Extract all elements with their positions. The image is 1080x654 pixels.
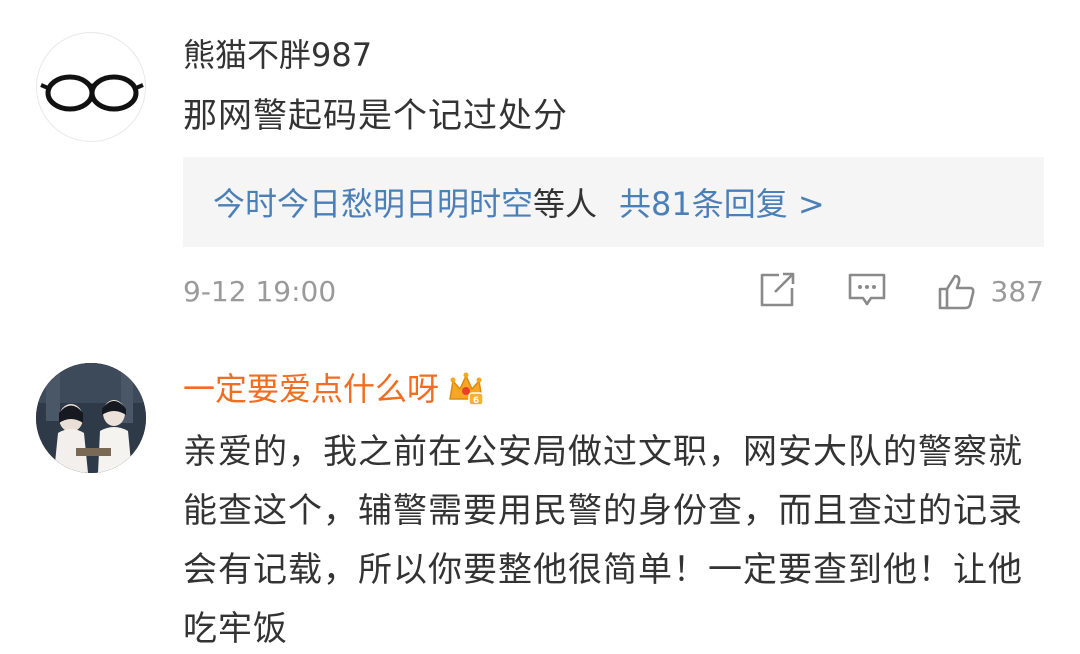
replies-summary[interactable]: 今时今日愁明日明时空 等人 共81条回复 > <box>183 157 1044 247</box>
like-icon <box>938 274 975 310</box>
avatar[interactable] <box>36 32 146 142</box>
comment-text: 亲爱的，我之前在公安局做过文职，网安大队的警察就能查这个，辅警需要用民警的身份查… <box>183 432 1023 649</box>
username[interactable]: 熊猫不胖987 <box>183 35 372 75</box>
timestamp: 9-12 19:00 <box>183 275 337 308</box>
reply-users[interactable]: 今时今日愁明日明时空 <box>213 179 533 225</box>
share-button[interactable] <box>757 270 797 314</box>
comment-text: 那网警起码是个记过处分 <box>183 96 568 136</box>
username-text: 一定要爱点什么呀 <box>183 370 440 408</box>
username[interactable]: 一定要爱点什么呀 6 <box>183 369 485 409</box>
reply-count-link[interactable]: 共81条回复 > <box>619 179 825 225</box>
action-bar: 387 <box>757 270 1044 314</box>
like-button[interactable]: 387 <box>937 272 1044 312</box>
comment-item: 一定要爱点什么呀 6 亲爱的，我之前在公安局做过文职，网安大队的警察就能查这个，… <box>0 345 1080 654</box>
avatar-photo <box>36 363 146 473</box>
glasses-icon <box>40 74 144 112</box>
avatar[interactable] <box>36 363 146 473</box>
share-icon <box>760 272 794 307</box>
comment-button[interactable] <box>847 270 887 314</box>
like-count: 387 <box>990 275 1044 308</box>
comment-list: 熊猫不胖987 那网警起码是个记过处分 今时今日愁明日明时空 等人 共81条回复 … <box>0 0 1080 654</box>
comment-icon <box>848 273 885 306</box>
reply-suffix: 等人 <box>533 185 598 223</box>
comment-item: 熊猫不胖987 那网警起码是个记过处分 今时今日愁明日明时空 等人 共81条回复 … <box>0 0 1080 345</box>
svg-text:6: 6 <box>473 396 479 406</box>
crown-badge-icon: 6 <box>449 372 484 406</box>
